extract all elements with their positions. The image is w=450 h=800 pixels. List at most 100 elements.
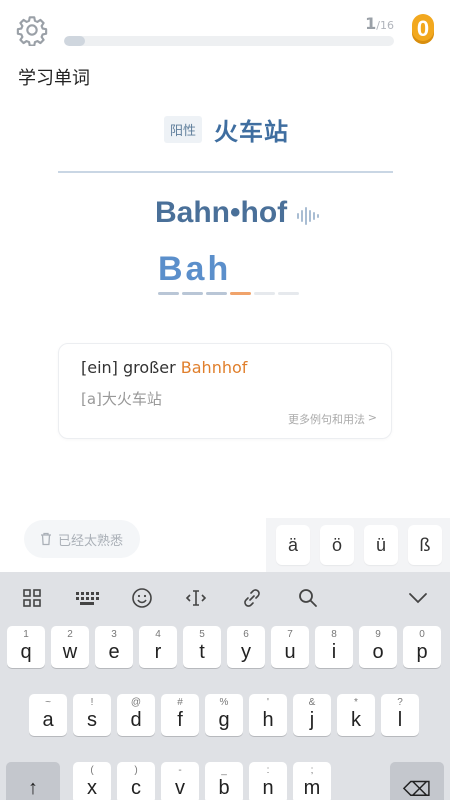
key-o[interactable]: 9o [359, 626, 397, 668]
word-translation: 火车站 [214, 118, 289, 146]
key-char: n [262, 777, 274, 799]
key-w[interactable]: 2w [51, 626, 89, 668]
umlaut-key-a[interactable]: ä [276, 525, 310, 565]
example-prefix: [ein] großer [81, 358, 181, 377]
keyboard-toolbar [0, 572, 450, 624]
key-char: y [241, 641, 251, 663]
key-char: k [351, 709, 361, 731]
key-hint: 4 [155, 629, 161, 640]
keyboard: 1q2w3e4r5t6y7u8i9o0p ~ a! s @ d # f% g ' h & j * k? l … [0, 572, 450, 800]
eszett-key[interactable]: ß [408, 525, 442, 565]
backspace-key[interactable]: ⌫ [390, 762, 444, 800]
sound-wave-icon[interactable] [296, 206, 320, 226]
key-j[interactable]: & j [293, 694, 331, 736]
key-c[interactable]: ) c [117, 762, 155, 800]
letter-slot [278, 292, 299, 295]
letter-slots [158, 292, 299, 295]
shift-arrow-icon: ↑ [28, 777, 38, 799]
key-f[interactable]: # f [161, 694, 199, 736]
divider [58, 171, 393, 173]
key-h[interactable]: ' h [249, 694, 287, 736]
key-hint: # [177, 697, 183, 708]
key-s[interactable]: ! s [73, 694, 111, 736]
collapse-icon[interactable] [406, 586, 430, 610]
letter-slot [182, 292, 203, 295]
key-char: i [331, 641, 337, 663]
more-examples-link[interactable]: 更多例句和用法 [288, 411, 365, 427]
key-e[interactable]: 3e [95, 626, 133, 668]
key-hint: ( [90, 765, 94, 776]
key-hint: - [178, 765, 182, 776]
umlaut-bar: ä ö ü ß [266, 518, 450, 572]
key-char: d [130, 709, 142, 731]
key-hint: * [354, 697, 358, 708]
key-char: q [20, 641, 32, 663]
key-char: r [154, 641, 162, 663]
key-x[interactable]: (x [73, 762, 111, 800]
key-t[interactable]: 5t [183, 626, 221, 668]
umlaut-key-o[interactable]: ö [320, 525, 354, 565]
key-hint: 1 [23, 629, 29, 640]
example-sentence: [ein] großer Bahnhof [81, 358, 247, 377]
shift-key[interactable]: ↑ [6, 762, 60, 800]
emoji-icon[interactable] [130, 586, 154, 610]
key-char: m [303, 777, 321, 799]
key-m[interactable]: ; m [293, 762, 331, 800]
coin-counter[interactable]: 0 [412, 14, 434, 44]
key-a[interactable]: ~ a [29, 694, 67, 736]
grid-icon[interactable] [20, 586, 44, 610]
key-char: b [218, 777, 230, 799]
trash-icon [41, 532, 51, 546]
key-hint: 8 [331, 629, 337, 640]
too-familiar-button[interactable]: 已经太熟悉 [24, 520, 140, 558]
key-char: t [199, 641, 205, 663]
key-i[interactable]: 8i [315, 626, 353, 668]
cursor-icon[interactable] [184, 586, 208, 610]
key-hint: @ [130, 697, 142, 708]
key-u[interactable]: 7u [271, 626, 309, 668]
progress-total: /16 [376, 19, 394, 32]
key-p[interactable]: 0p [403, 626, 441, 668]
key-hint: : [266, 765, 270, 776]
key-d[interactable]: @ d [117, 694, 155, 736]
key-hint: ~ [45, 697, 51, 708]
key-char: h [262, 709, 274, 731]
key-char: a [42, 709, 54, 731]
key-y[interactable]: 6y [227, 626, 265, 668]
key-char: l [397, 709, 403, 731]
key-char: v [175, 777, 185, 799]
key-k[interactable]: * k [337, 694, 375, 736]
key-hint: 7 [287, 629, 293, 640]
link-icon[interactable] [240, 586, 264, 610]
key-char: j [309, 709, 315, 731]
key-hint: _ [221, 765, 227, 776]
answer-input[interactable]: Bah [158, 250, 231, 289]
key-g[interactable]: % g [205, 694, 243, 736]
key-b[interactable]: _ b [205, 762, 243, 800]
umlaut-key-u[interactable]: ü [364, 525, 398, 565]
key-char: w [62, 641, 78, 663]
key-l[interactable]: ? l [381, 694, 419, 736]
key-char: x [87, 777, 97, 799]
key-char: g [218, 709, 230, 731]
german-word[interactable]: Bahn•hof [155, 196, 287, 230]
key-q[interactable]: 1q [7, 626, 45, 668]
key-char: p [416, 641, 428, 663]
key-hint: ! [90, 697, 94, 708]
key-v[interactable]: -v [161, 762, 199, 800]
search-icon[interactable] [296, 586, 320, 610]
key-hint: 9 [375, 629, 381, 640]
key-n[interactable]: :n [249, 762, 287, 800]
key-char: u [284, 641, 296, 663]
key-r[interactable]: 4r [139, 626, 177, 668]
key-char: e [108, 641, 120, 663]
key-hint: 3 [111, 629, 117, 640]
letter-slot [254, 292, 275, 295]
key-hint: ) [134, 765, 138, 776]
key-hint: ; [310, 765, 314, 776]
gear-icon[interactable] [16, 14, 48, 46]
backspace-icon: ⌫ [402, 779, 432, 800]
example-card[interactable]: [ein] großer Bahnhof [a]大火车站 更多例句和用法 > [58, 343, 392, 439]
too-familiar-label: 已经太熟悉 [58, 533, 124, 549]
keyboard-icon[interactable] [74, 586, 100, 610]
